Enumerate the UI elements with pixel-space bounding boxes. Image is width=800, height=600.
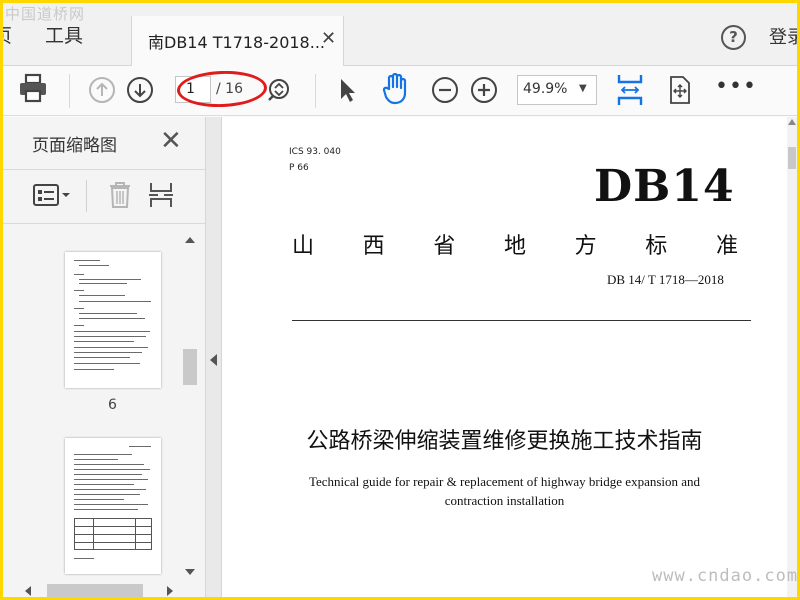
chevron-down-icon: ▼ bbox=[579, 83, 587, 94]
panel-toolbar bbox=[3, 170, 206, 222]
document-tab-title: 南DB14 T1718-2018... bbox=[148, 33, 325, 52]
standard-type-char: 标 bbox=[645, 234, 668, 259]
standard-type-char: 省 bbox=[433, 234, 456, 259]
standard-type-char: 山 bbox=[292, 234, 315, 259]
page-thumbnail[interactable] bbox=[65, 252, 161, 388]
standard-type: 山 西 省 地 方 标 准 bbox=[292, 228, 738, 260]
thumbnail-list: 6 bbox=[3, 224, 181, 583]
document-tab[interactable]: 南DB14 T1718-2018... ✕ bbox=[131, 16, 344, 67]
document-scrollbar[interactable] bbox=[787, 117, 797, 597]
app-window: 页 工具 南DB14 T1718-2018... ✕ ? 登录 中国道桥网 1 … bbox=[3, 3, 797, 597]
close-tab-icon[interactable]: ✕ bbox=[321, 28, 336, 49]
watermark-top: 中国道桥网 bbox=[5, 5, 86, 23]
scrollbar-thumb[interactable] bbox=[47, 584, 143, 597]
collapse-panel-handle[interactable] bbox=[206, 117, 222, 597]
prev-page-icon[interactable] bbox=[87, 75, 117, 105]
standard-type-char: 地 bbox=[503, 234, 526, 259]
standard-type-char: 准 bbox=[715, 234, 738, 259]
help-icon[interactable]: ? bbox=[721, 25, 746, 50]
thumbnails-panel: 页面缩略图 ✕ 6 bbox=[3, 117, 206, 597]
zoom-value: 49.9% bbox=[523, 81, 568, 97]
login-button[interactable]: 登录 bbox=[769, 23, 797, 49]
thumbnail-options-icon[interactable] bbox=[33, 184, 71, 210]
ics-code: ICS 93. 040 bbox=[289, 147, 341, 157]
thumbnail-scrollbar[interactable] bbox=[181, 231, 199, 581]
standard-number: DB 14/ T 1718—2018 bbox=[607, 272, 724, 287]
standard-code: DB14 bbox=[594, 161, 735, 212]
fit-width-icon[interactable] bbox=[616, 72, 644, 108]
document-title-en: contraction installation bbox=[444, 493, 565, 508]
watermark-bottom: www.cndao.com bbox=[652, 566, 799, 586]
print-icon[interactable] bbox=[17, 72, 49, 104]
document-title-en: Technical guide for repair & replacement… bbox=[308, 474, 701, 489]
page-nav-icon[interactable] bbox=[265, 76, 293, 104]
document-title-cn: 公路桥梁伸缩装置维修更换施工技术指南 bbox=[306, 429, 703, 454]
standard-type-char: 西 bbox=[362, 234, 385, 259]
standard-type-char: 方 bbox=[574, 234, 597, 259]
zoom-select[interactable]: 49.9% ▼ bbox=[517, 75, 597, 105]
divider bbox=[292, 320, 751, 321]
hand-tool-icon[interactable] bbox=[380, 72, 412, 106]
page-thumbnail[interactable] bbox=[65, 438, 161, 574]
panel-title: 页面缩略图 bbox=[32, 136, 117, 156]
close-panel-icon[interactable]: ✕ bbox=[160, 126, 182, 156]
select-tool-icon[interactable] bbox=[336, 75, 358, 105]
zoom-in-icon[interactable] bbox=[469, 75, 499, 105]
zoom-out-icon[interactable] bbox=[430, 75, 460, 105]
fit-page-icon[interactable] bbox=[667, 75, 693, 105]
thumbnail-hscrollbar[interactable] bbox=[17, 582, 181, 597]
scrollbar-thumb[interactable] bbox=[788, 147, 796, 169]
delete-page-icon[interactable] bbox=[107, 180, 133, 214]
document-page: ICS 93. 040 P 66 DB14 山 西 省 地 方 标 准 DB 1… bbox=[222, 117, 797, 597]
thumbnail-page-number: 6 bbox=[108, 397, 117, 413]
toolbar: 1 / 16 49.9% ▼ ••• bbox=[3, 66, 797, 116]
classification-code: P 66 bbox=[289, 163, 309, 173]
scrollbar-thumb[interactable] bbox=[183, 349, 197, 385]
more-icon[interactable]: ••• bbox=[715, 74, 757, 99]
next-page-icon[interactable] bbox=[125, 75, 155, 105]
tab-bar: 页 工具 南DB14 T1718-2018... ✕ ? 登录 bbox=[3, 3, 797, 67]
chevron-left-icon bbox=[210, 354, 217, 366]
insert-page-icon[interactable] bbox=[146, 180, 176, 214]
